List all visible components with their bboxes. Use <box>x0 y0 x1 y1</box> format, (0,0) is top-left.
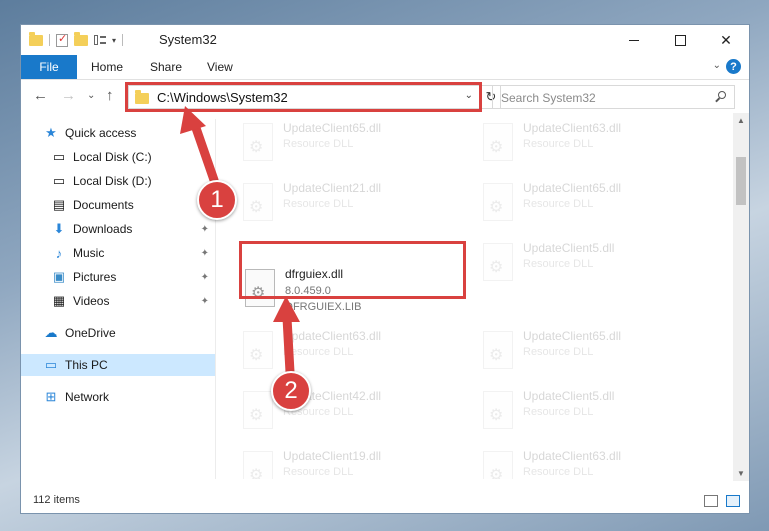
arrow-to-file <box>273 296 300 377</box>
callout-step-2: 2 <box>271 371 311 411</box>
annotation-arrows <box>180 106 300 377</box>
arrow-to-address <box>180 106 219 185</box>
callout-step-1: 1 <box>197 180 237 220</box>
